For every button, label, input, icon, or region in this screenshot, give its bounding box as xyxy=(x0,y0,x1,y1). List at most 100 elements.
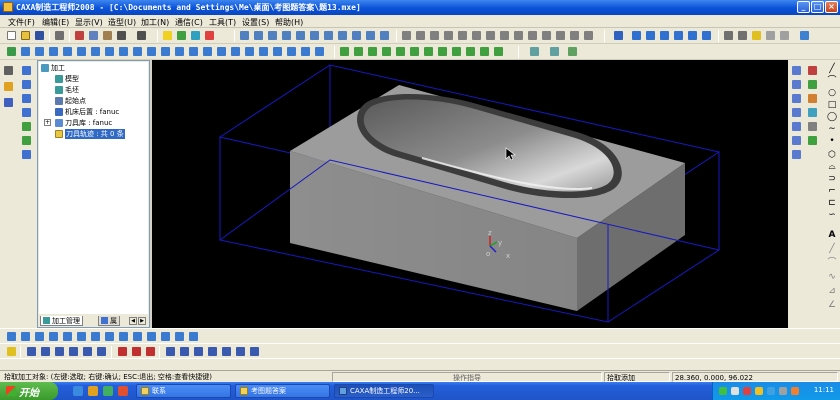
sketch-pencil-icon[interactable] xyxy=(4,82,13,91)
machining-tool-icon[interactable] xyxy=(500,31,509,40)
feature-tool-icon[interactable] xyxy=(119,47,128,56)
surface-tool-icon[interactable] xyxy=(354,47,363,56)
tree-item-tool-library[interactable]: 刀具库 : fanuc xyxy=(55,118,112,128)
edit-tool-icon[interactable] xyxy=(808,66,817,75)
machining-tool-icon[interactable] xyxy=(584,31,593,40)
toolpath-strategy-icon[interactable] xyxy=(189,332,198,341)
taskbar-button-lianxi[interactable]: 联系 xyxy=(136,384,231,398)
tree-item-machine-post[interactable]: 机床后置 : fanuc xyxy=(55,107,119,117)
start-button[interactable]: 开始 xyxy=(0,382,58,400)
view-tool-icon[interactable] xyxy=(268,31,277,40)
view-tool-icon[interactable] xyxy=(310,31,319,40)
feature-tool-icon[interactable] xyxy=(231,47,240,56)
tree-item-tool-path[interactable]: 刀具轨迹 : 共 0 条 xyxy=(55,129,125,139)
feature-tool-icon[interactable] xyxy=(287,47,296,56)
geometry-transform-icon[interactable] xyxy=(194,347,203,356)
surface-tool-icon[interactable] xyxy=(410,47,419,56)
curve-split-tool-icon[interactable]: ∽ xyxy=(827,211,837,220)
quicklaunch-icon[interactable] xyxy=(103,386,113,396)
feature-tool-icon[interactable] xyxy=(189,47,198,56)
ellipse-tool-icon[interactable]: ◯ xyxy=(827,113,837,122)
part-body[interactable] xyxy=(290,85,685,311)
view-tool-icon[interactable] xyxy=(366,31,375,40)
tray-icon[interactable] xyxy=(719,387,727,395)
geometry-transform-icon[interactable] xyxy=(250,347,259,356)
zoom-in-icon[interactable] xyxy=(632,31,641,40)
wireframe-display-icon[interactable] xyxy=(724,31,733,40)
circle-tool-icon[interactable]: ○ xyxy=(827,89,837,98)
curve-edit-icon[interactable]: ⌒ xyxy=(827,259,837,268)
machining-tool-icon[interactable] xyxy=(570,31,579,40)
toolpath-strategy-icon[interactable] xyxy=(147,332,156,341)
feature-tool-icon[interactable] xyxy=(301,47,310,56)
explorer-quicklaunch-icon[interactable] xyxy=(88,386,98,396)
rotate-view-icon[interactable] xyxy=(688,31,697,40)
conic-tool-icon[interactable]: ⌓ xyxy=(827,163,837,172)
menu-modeling[interactable]: 造型(U) xyxy=(108,17,136,28)
polygon-tool-icon[interactable]: ⬡ xyxy=(827,151,837,160)
surface-tool-icon[interactable] xyxy=(438,47,447,56)
pan-icon[interactable] xyxy=(702,31,711,40)
toolpath-strategy-icon[interactable] xyxy=(133,332,142,341)
feature-tool-icon[interactable] xyxy=(273,47,282,56)
feature-tool-icon[interactable] xyxy=(217,47,226,56)
toolpath-strategy-icon[interactable] xyxy=(35,332,44,341)
machining-tool-icon[interactable] xyxy=(486,31,495,40)
display-mode-icon[interactable] xyxy=(766,31,775,40)
spline-tool-icon[interactable]: ∼ xyxy=(827,125,837,134)
tray-icon[interactable] xyxy=(767,387,775,395)
save-icon[interactable] xyxy=(35,31,44,40)
curve-edit-tool-icon[interactable] xyxy=(83,347,92,356)
geometry-transform-icon[interactable] xyxy=(222,347,231,356)
tree-item-model[interactable]: 模型 xyxy=(55,74,79,84)
machining-tool-icon[interactable] xyxy=(416,31,425,40)
rectangle-tool-icon[interactable]: □ xyxy=(827,101,837,110)
tab-properties[interactable]: 属 xyxy=(98,316,120,326)
filter-icon[interactable] xyxy=(191,31,200,40)
edit-tool-icon[interactable] xyxy=(808,94,817,103)
curve-edit-tool-icon[interactable] xyxy=(97,347,106,356)
view-tool-icon[interactable] xyxy=(240,31,249,40)
curve-tool-icon[interactable] xyxy=(792,108,801,117)
taskbar-button-caxa[interactable]: CAXA制造工程师20... xyxy=(334,384,434,398)
feature-icon[interactable] xyxy=(22,94,31,103)
menu-help[interactable]: 帮助(H) xyxy=(275,17,303,28)
surface-tool-icon[interactable] xyxy=(396,47,405,56)
curve-tool-icon[interactable] xyxy=(792,136,801,145)
edit-tool-icon[interactable] xyxy=(808,108,817,117)
ie-quicklaunch-icon[interactable] xyxy=(73,386,83,396)
text-tool-icon[interactable]: A xyxy=(827,231,837,240)
curve-edit-tool-icon[interactable] xyxy=(132,347,141,356)
curve-tool-icon[interactable] xyxy=(792,94,801,103)
toolpath-strategy-icon[interactable] xyxy=(161,332,170,341)
zoom-previous-icon[interactable] xyxy=(674,31,683,40)
feature-tool-icon[interactable] xyxy=(49,47,58,56)
surface-edit-icon[interactable] xyxy=(568,47,577,56)
select-arrow-icon[interactable] xyxy=(4,66,13,75)
machining-tool-icon[interactable] xyxy=(402,31,411,40)
surface-tool-icon[interactable] xyxy=(480,47,489,56)
surface-tool-icon[interactable] xyxy=(494,47,503,56)
menu-communication[interactable]: 通信(C) xyxy=(175,17,203,28)
minimize-button[interactable]: _ xyxy=(797,1,810,13)
feature-tool-icon[interactable] xyxy=(105,47,114,56)
curve-tool-icon[interactable] xyxy=(792,80,801,89)
edit-tool-icon[interactable] xyxy=(808,122,817,131)
menu-tools[interactable]: 工具(T) xyxy=(209,17,236,28)
tab-scroll-right-button[interactable]: ▶ xyxy=(138,317,146,325)
geometry-transform-icon[interactable] xyxy=(166,347,175,356)
layer-icon[interactable] xyxy=(177,31,186,40)
context-help-icon[interactable] xyxy=(800,31,809,40)
toolpath-strategy-icon[interactable] xyxy=(77,332,86,341)
curve-edit-tool-icon[interactable] xyxy=(41,347,50,356)
toolpath-strategy-icon[interactable] xyxy=(119,332,128,341)
feature-icon[interactable] xyxy=(22,108,31,117)
taskbar-clock[interactable]: 11:11 xyxy=(814,386,834,394)
view-tool-icon[interactable] xyxy=(352,31,361,40)
toolpath-strategy-icon[interactable] xyxy=(49,332,58,341)
curve-edit-tool-icon[interactable] xyxy=(146,347,155,356)
feature-icon[interactable] xyxy=(22,80,31,89)
surface-edit-icon[interactable] xyxy=(530,47,539,56)
menu-file[interactable]: 文件(F) xyxy=(8,17,35,28)
feature-tool-icon[interactable] xyxy=(203,47,212,56)
